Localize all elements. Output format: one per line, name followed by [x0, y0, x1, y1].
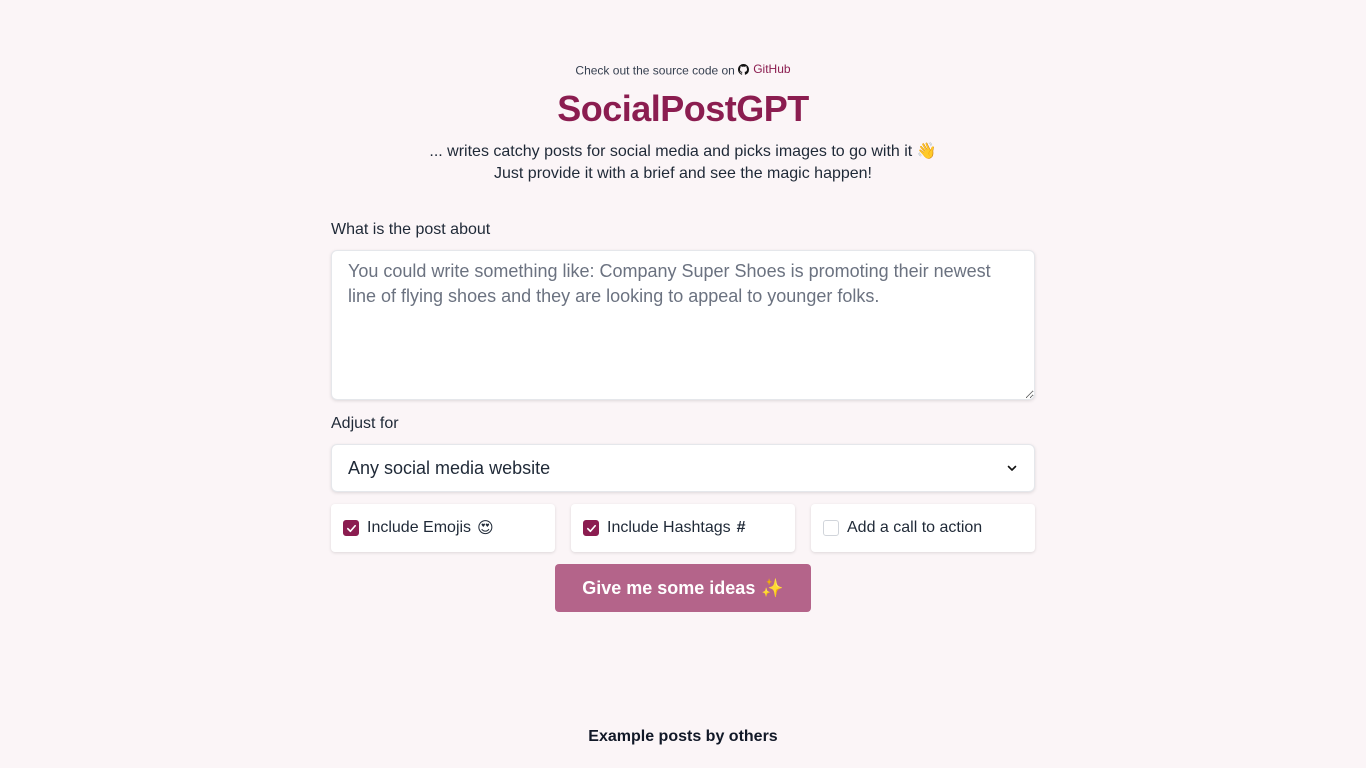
check-icon: [586, 524, 596, 532]
sparkles-icon: ✨: [761, 577, 784, 598]
include-emojis-label: Include Emojis: [367, 519, 472, 536]
include-emojis-option[interactable]: Include Emojis 😍: [331, 504, 555, 552]
adjust-for-label: Adjust for: [331, 415, 399, 432]
page: Check out the source code on GitHub Soci…: [0, 0, 1366, 768]
check-icon: [346, 524, 356, 532]
adjust-for-value: Any social media website: [348, 457, 551, 478]
call-to-action-option[interactable]: Add a call to action: [811, 504, 1035, 552]
heart-eyes-icon: 😍: [477, 520, 494, 537]
post-about-label: What is the post about: [331, 221, 491, 238]
page-title: SocialPostGPT: [557, 88, 809, 129]
examples-heading: Example posts by others: [588, 728, 778, 745]
waving-hand-icon: 👋: [916, 143, 937, 160]
github-icon: [738, 63, 750, 75]
source-code-line: Check out the source code on GitHub: [0, 62, 1366, 78]
github-link[interactable]: GitHub: [738, 62, 791, 76]
subtitle-text-1: ... writes catchy posts for social media…: [429, 143, 913, 160]
give-ideas-label: Give me some ideas: [582, 577, 756, 598]
give-ideas-button[interactable]: Give me some ideas ✨: [555, 564, 811, 612]
include-hashtags-option[interactable]: Include Hashtags #: [571, 504, 795, 552]
hashtag-icon: #: [736, 519, 746, 536]
subtitle-line-2: Just provide it with a brief and see the…: [494, 165, 872, 182]
call-to-action-label: Add a call to action: [847, 519, 983, 536]
include-hashtags-checkbox[interactable]: [583, 520, 599, 536]
include-emojis-checkbox[interactable]: [343, 520, 359, 536]
post-about-textarea[interactable]: [331, 250, 1035, 400]
call-to-action-checkbox[interactable]: [823, 520, 839, 536]
subtitle-line-1: ... writes catchy posts for social media…: [0, 141, 1366, 161]
chevron-down-icon: [1007, 465, 1017, 471]
include-hashtags-label: Include Hashtags: [607, 519, 731, 536]
github-label: GitHub: [753, 62, 791, 76]
source-prefix: Check out the source code on: [575, 63, 735, 78]
adjust-for-select[interactable]: Any social media website: [331, 444, 1035, 492]
